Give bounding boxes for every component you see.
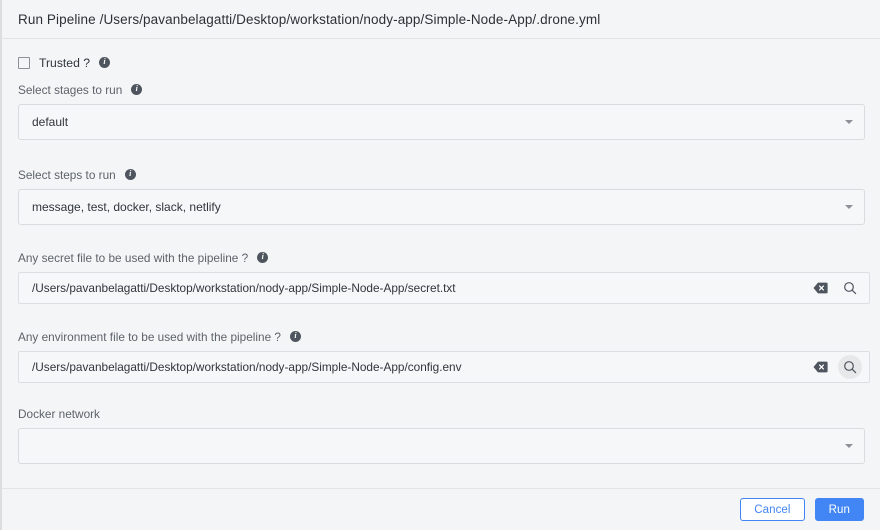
field-label-stages: Select stages to run i: [18, 83, 864, 97]
info-icon[interactable]: i: [289, 330, 301, 342]
info-icon-glyph: i: [261, 251, 264, 261]
search-icon: [843, 281, 857, 295]
chevron-down-icon: [845, 444, 853, 448]
field-label-env-file-text: Any environment file to be used with the…: [18, 330, 281, 344]
dialog-body: Trusted ? i Select stages to run i defau…: [2, 39, 880, 488]
secret-file-input[interactable]: /Users/pavanbelagatti/Desktop/workstatio…: [18, 272, 870, 304]
clear-icon: [813, 282, 828, 294]
trusted-label: Trusted ?: [39, 56, 91, 70]
chevron-down-icon: [845, 205, 853, 209]
trusted-checkbox[interactable]: [18, 57, 30, 69]
chevron-down-icon: [845, 120, 853, 124]
env-file-browse-button[interactable]: [838, 355, 862, 379]
field-steps: Select steps to run i message, test, doc…: [18, 168, 865, 225]
docker-network-select[interactable]: [18, 428, 865, 464]
secret-file-value: /Users/pavanbelagatti/Desktop/workstatio…: [32, 281, 456, 295]
field-label-steps: Select steps to run i: [18, 168, 864, 182]
field-label-secret-file: Any secret file to be used with the pipe…: [18, 251, 864, 265]
info-icon[interactable]: i: [257, 251, 269, 263]
field-stages: Select stages to run i default: [18, 83, 865, 140]
field-label-env-file: Any environment file to be used with the…: [18, 330, 864, 344]
info-icon-glyph: i: [135, 83, 138, 93]
info-icon-glyph: i: [129, 168, 132, 178]
field-secret-file: Any secret file to be used with the pipe…: [18, 251, 870, 304]
info-icon-glyph: i: [294, 330, 297, 340]
env-file-input[interactable]: /Users/pavanbelagatti/Desktop/workstatio…: [18, 351, 870, 383]
info-icon[interactable]: i: [124, 168, 136, 180]
secret-file-browse-button[interactable]: [838, 276, 862, 300]
field-label-docker-network: Docker network: [18, 407, 864, 421]
stages-select[interactable]: default: [18, 104, 865, 140]
dialog-header: Run Pipeline /Users/pavanbelagatti/Deskt…: [2, 0, 880, 39]
search-icon: [843, 360, 857, 374]
cancel-button[interactable]: Cancel: [740, 498, 805, 521]
info-icon-glyph: i: [103, 56, 106, 66]
env-file-value: /Users/pavanbelagatti/Desktop/workstatio…: [32, 360, 462, 374]
info-icon[interactable]: i: [131, 83, 143, 95]
clear-icon: [813, 361, 828, 373]
secret-file-actions: [808, 273, 862, 303]
field-label-secret-file-text: Any secret file to be used with the pipe…: [18, 251, 249, 265]
run-button[interactable]: Run: [814, 498, 864, 521]
field-label-steps-text: Select steps to run: [18, 168, 116, 182]
field-docker-network: Docker network: [18, 407, 865, 464]
secret-file-clear-button[interactable]: [808, 276, 832, 300]
field-label-docker-network-text: Docker network: [18, 407, 100, 421]
field-env-file: Any environment file to be used with the…: [18, 330, 870, 383]
steps-select[interactable]: message, test, docker, slack, netlify: [18, 189, 865, 225]
env-file-clear-button[interactable]: [808, 355, 832, 379]
field-label-stages-text: Select stages to run: [18, 83, 123, 97]
steps-select-value: message, test, docker, slack, netlify: [32, 200, 221, 214]
dialog-footer: Cancel Run: [2, 488, 880, 530]
info-icon[interactable]: i: [99, 56, 111, 68]
run-pipeline-dialog: Run Pipeline /Users/pavanbelagatti/Deskt…: [0, 0, 880, 530]
env-file-actions: [808, 352, 862, 382]
stages-select-value: default: [32, 115, 69, 129]
page-title: Run Pipeline /Users/pavanbelagatti/Deskt…: [18, 11, 601, 27]
trusted-row: Trusted ? i: [18, 39, 864, 83]
